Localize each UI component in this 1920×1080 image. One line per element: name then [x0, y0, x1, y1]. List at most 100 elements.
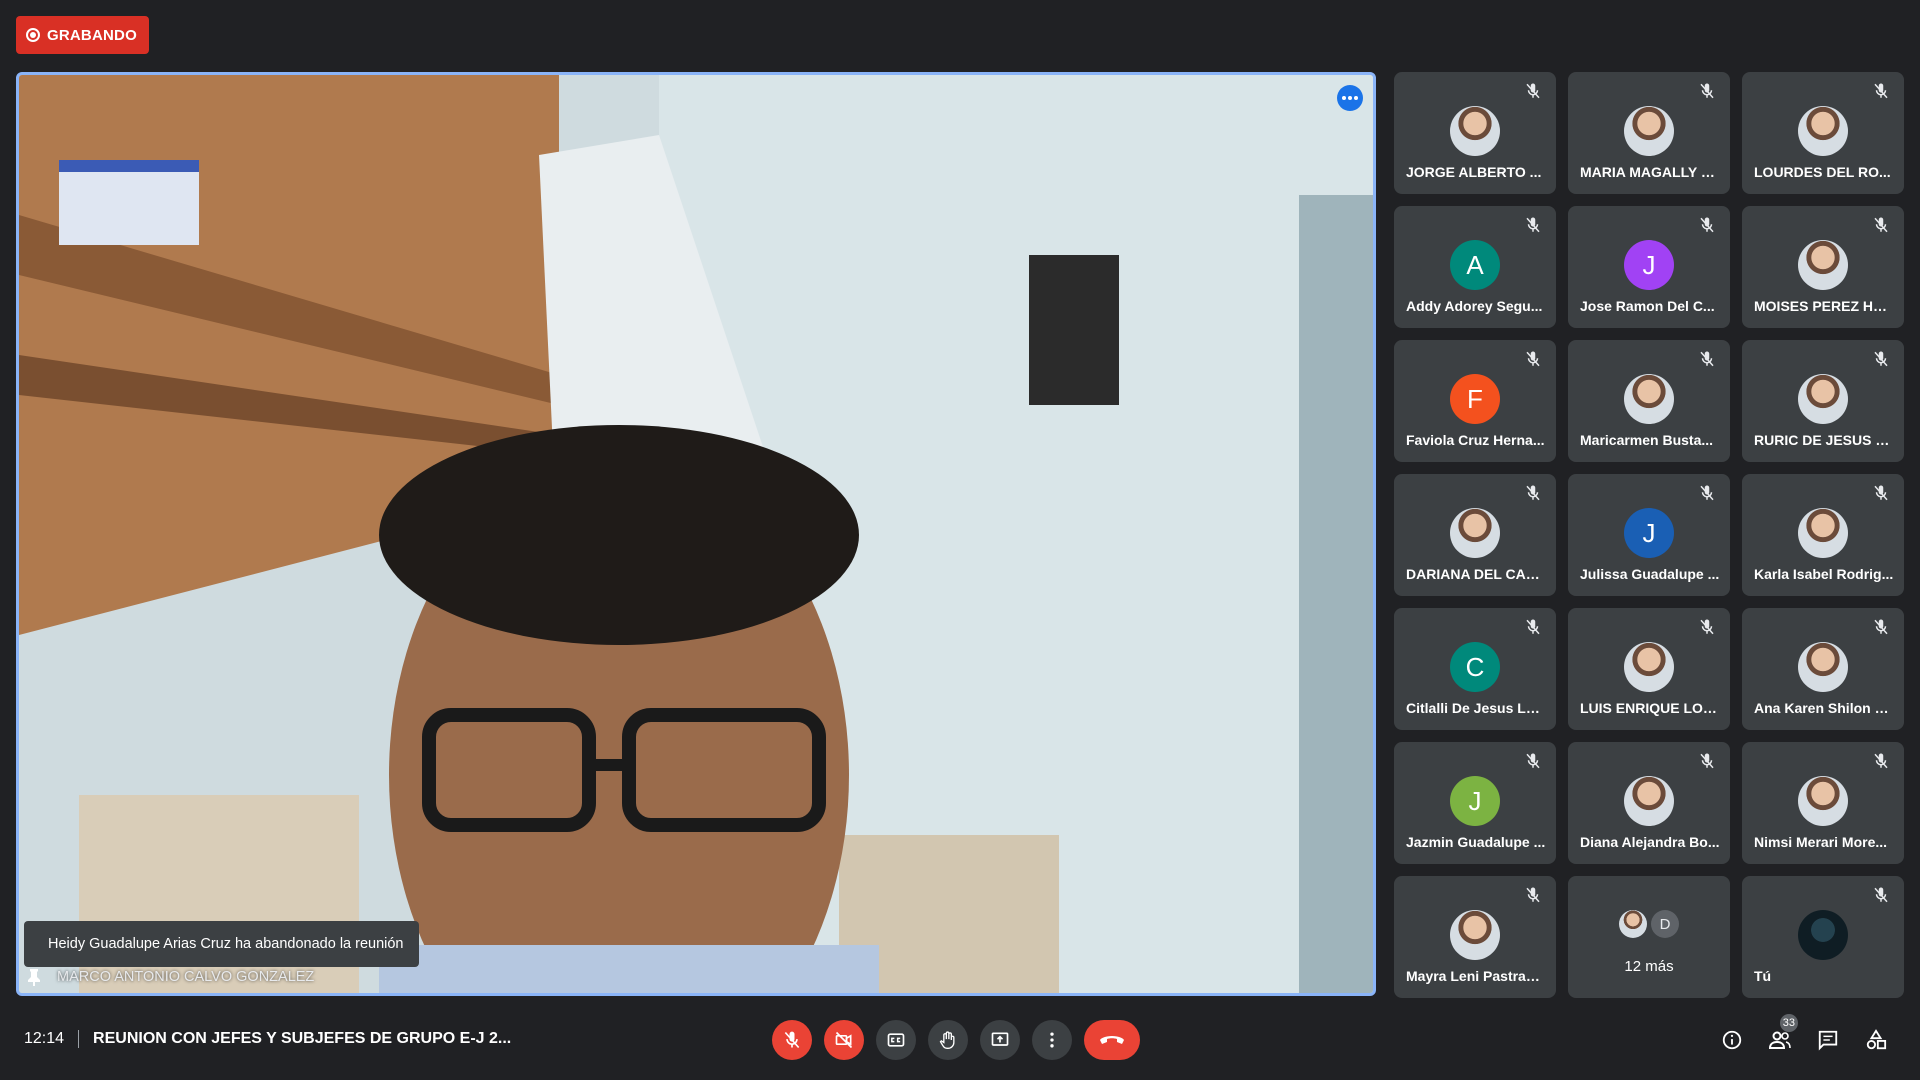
avatar	[1624, 776, 1674, 826]
participant-tile[interactable]: F Faviola Cruz Herna...	[1394, 340, 1556, 462]
hang-up-icon	[1100, 1036, 1124, 1044]
mic-off-icon	[1524, 618, 1542, 636]
participant-tile[interactable]: Diana Alejandra Bo...	[1568, 742, 1730, 864]
hand-icon	[939, 1031, 955, 1049]
participant-tile[interactable]: LUIS ENRIQUE LOP...	[1568, 608, 1730, 730]
closed-captions-icon	[887, 1033, 905, 1047]
mic-off-icon	[1698, 752, 1716, 770]
participant-tile[interactable]: J Jazmin Guadalupe ...	[1394, 742, 1556, 864]
pin-icon	[25, 967, 43, 987]
avatar: J	[1450, 776, 1500, 826]
participant-tile[interactable]: Mayra Leni Pastran...	[1394, 876, 1556, 998]
avatar	[1450, 508, 1500, 558]
chat-icon	[1818, 1030, 1838, 1051]
avatar	[1619, 910, 1647, 938]
participant-name: Mayra Leni Pastran...	[1406, 968, 1546, 984]
speaker-video-feed	[19, 75, 1373, 993]
more-participants-tile[interactable]: D 12 más	[1568, 876, 1730, 998]
mic-off-icon	[1524, 350, 1542, 368]
side-panel-controls: 33	[1712, 1014, 1896, 1060]
activities-button[interactable]	[1856, 1020, 1896, 1060]
avatar: J	[1624, 508, 1674, 558]
participant-tile[interactable]: Karla Isabel Rodrig...	[1742, 474, 1904, 596]
meeting-title: REUNION CON JEFES Y SUBJEFES DE GRUPO E-…	[93, 1030, 512, 1047]
activities-icon	[1866, 1029, 1887, 1050]
avatar	[1450, 106, 1500, 156]
people-count-badge: 33	[1779, 1014, 1798, 1032]
participant-name: Julissa Guadalupe ...	[1580, 566, 1720, 582]
camera-off-icon	[835, 1031, 853, 1049]
present-icon	[991, 1032, 1009, 1046]
main-video-tile[interactable]: Heidy Guadalupe Arias Cruz ha abandonado…	[16, 72, 1376, 996]
people-button[interactable]: 33	[1760, 1014, 1800, 1060]
more-vert-icon	[1050, 1032, 1054, 1048]
current-time: 12:14	[24, 1030, 65, 1047]
mic-off-icon	[1872, 618, 1890, 636]
participant-tile[interactable]: A Addy Adorey Segu...	[1394, 206, 1556, 328]
leave-call-button[interactable]	[1084, 1020, 1140, 1060]
recording-label: GRABANDO	[47, 26, 137, 44]
people-icon	[1768, 1031, 1791, 1049]
participant-tile[interactable]: Nimsi Merari More...	[1742, 742, 1904, 864]
participant-tile[interactable]: C Citlalli De Jesus Lo...	[1394, 608, 1556, 730]
avatar	[1798, 508, 1848, 558]
speaker-name: MARCO ANTONIO CALVO GONZALEZ	[57, 969, 315, 985]
participant-tile[interactable]: RURIC DE JESUS G...	[1742, 340, 1904, 462]
avatar	[1798, 642, 1848, 692]
avatar	[1624, 374, 1674, 424]
recording-badge: GRABANDO	[16, 16, 149, 54]
info-icon	[1722, 1030, 1742, 1050]
participant-grid: JORGE ALBERTO ... MARIA MAGALLY V... LOURD…	[1394, 72, 1904, 1000]
self-tile[interactable]: Tú	[1742, 876, 1904, 998]
meeting-details-button[interactable]	[1712, 1020, 1752, 1060]
avatar-initial: D	[1651, 910, 1679, 938]
present-screen-button[interactable]	[980, 1020, 1020, 1060]
participant-name: RURIC DE JESUS G...	[1754, 432, 1894, 448]
mic-off-icon	[1872, 216, 1890, 234]
participant-name: Nimsi Merari More...	[1754, 834, 1888, 850]
participant-name: MARIA MAGALLY V...	[1580, 164, 1720, 180]
meeting-info: 12:14 REUNION CON JEFES Y SUBJEFES DE GR…	[24, 1030, 511, 1048]
more-options-button[interactable]	[1032, 1020, 1072, 1060]
avatar: F	[1450, 374, 1500, 424]
mic-off-icon	[1872, 484, 1890, 502]
participant-name: Citlalli De Jesus Lo...	[1406, 700, 1546, 716]
bottom-bar: 12:14 REUNION CON JEFES Y SUBJEFES DE GR…	[0, 1000, 1920, 1080]
tile-options-button[interactable]	[1337, 85, 1363, 111]
mic-off-icon	[1872, 82, 1890, 100]
participant-name: Maricarmen Busta...	[1580, 432, 1714, 448]
avatar	[1624, 106, 1674, 156]
mic-off-icon	[1524, 886, 1542, 904]
captions-button[interactable]	[876, 1020, 916, 1060]
microphone-toggle-button[interactable]	[772, 1020, 812, 1060]
mic-off-icon	[1698, 618, 1716, 636]
participant-name: Faviola Cruz Herna...	[1406, 432, 1545, 448]
participant-tile[interactable]: J Julissa Guadalupe ...	[1568, 474, 1730, 596]
participant-tile[interactable]: LOURDES DEL RO...	[1742, 72, 1904, 194]
camera-toggle-button[interactable]	[824, 1020, 864, 1060]
participant-tile[interactable]: Maricarmen Busta...	[1568, 340, 1730, 462]
avatar	[1798, 910, 1848, 960]
mic-off-icon	[1524, 484, 1542, 502]
avatar	[1798, 240, 1848, 290]
participant-tile[interactable]: J Jose Ramon Del C...	[1568, 206, 1730, 328]
participant-name: Karla Isabel Rodrig...	[1754, 566, 1894, 582]
avatar	[1798, 106, 1848, 156]
avatar	[1450, 910, 1500, 960]
more-count-label: 12 más	[1624, 958, 1674, 975]
participant-tile[interactable]: DARIANA DEL CAR...	[1394, 474, 1556, 596]
participant-name: LUIS ENRIQUE LOP...	[1580, 700, 1720, 716]
more-avatars: D	[1619, 910, 1679, 938]
participant-name: Ana Karen Shilon Ji...	[1754, 700, 1894, 716]
participant-tile[interactable]: MOISES PEREZ HE...	[1742, 206, 1904, 328]
participant-tile[interactable]: MARIA MAGALLY V...	[1568, 72, 1730, 194]
chat-button[interactable]	[1808, 1020, 1848, 1060]
divider	[78, 1030, 80, 1048]
participant-tile[interactable]: Ana Karen Shilon Ji...	[1742, 608, 1904, 730]
participant-name: Jazmin Guadalupe ...	[1406, 834, 1546, 850]
participant-tile[interactable]: JORGE ALBERTO ...	[1394, 72, 1556, 194]
avatar: C	[1450, 642, 1500, 692]
avatar	[1798, 374, 1848, 424]
mic-off-icon	[1524, 216, 1542, 234]
raise-hand-button[interactable]	[928, 1020, 968, 1060]
